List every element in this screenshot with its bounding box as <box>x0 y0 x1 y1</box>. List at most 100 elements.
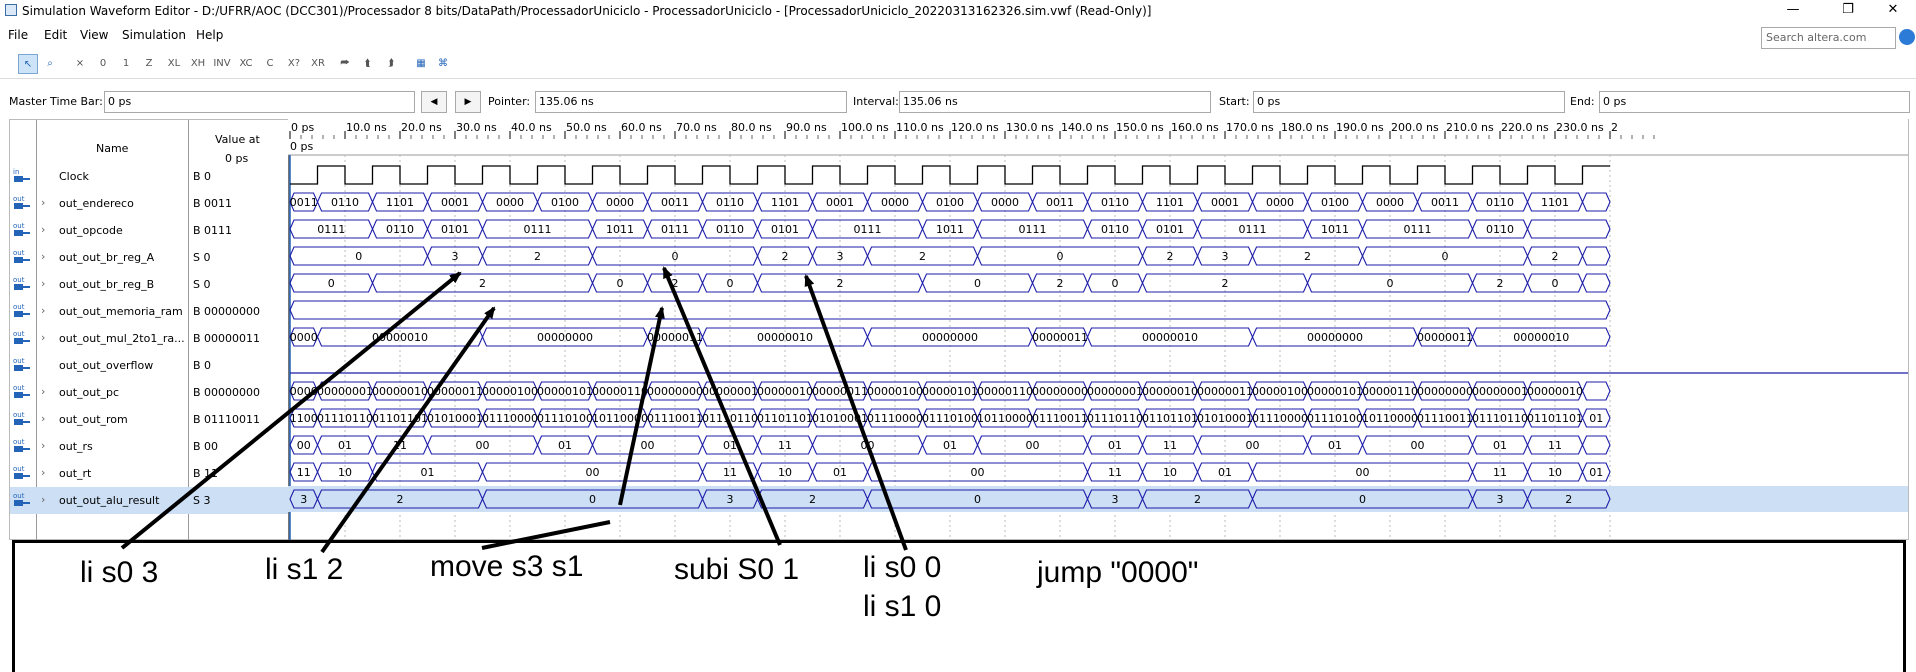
invert-icon[interactable]: INV <box>212 54 232 74</box>
minimize-button[interactable]: — <box>1770 0 1816 22</box>
expand-chevron-icon[interactable]: › <box>41 385 45 398</box>
end-field[interactable]: 0 ps <box>1599 91 1910 113</box>
overwrite-clock-icon[interactable]: ⌘ <box>433 54 453 74</box>
force-weak-low-icon[interactable]: XL <box>164 54 184 74</box>
force-weak-high-icon[interactable]: XH <box>188 54 208 74</box>
random-icon[interactable]: X? <box>284 54 304 74</box>
interval-field[interactable]: 135.06 ns <box>899 91 1211 113</box>
expand-chevron-icon[interactable]: › <box>41 250 45 263</box>
signal-row[interactable]: out › out_out_mul_2to1_ra... B 00000011 <box>10 325 288 352</box>
signal-row[interactable]: out › out_opcode B 0111 <box>10 217 288 244</box>
time-tick-label: 230.0 ns <box>1556 121 1604 134</box>
bus-value-label: 0011 <box>1431 196 1459 209</box>
signal-row[interactable]: out › out_out_br_reg_B S 0 <box>10 271 288 298</box>
bus-value-label: 2 <box>1167 250 1174 263</box>
force-high-icon[interactable]: 1 <box>116 54 136 74</box>
expand-chevron-icon[interactable]: › <box>41 412 45 425</box>
signal-name[interactable]: out_out_br_reg_B <box>59 278 154 291</box>
signal-row[interactable]: out › out_out_memoria_ram B 00000000 <box>10 298 288 325</box>
expand-chevron-icon[interactable]: › <box>41 304 45 317</box>
time-bar: Master Time Bar: 0 ps ◀ ▶ Pointer: 135.0… <box>0 88 1916 114</box>
signal-row[interactable]: out › out_out_br_reg_A S 0 <box>10 244 288 271</box>
expand-chevron-icon[interactable]: › <box>41 439 45 452</box>
signal-row[interactable]: out out_out_overflow B 0 <box>10 352 288 379</box>
count-value-icon[interactable]: XC <box>236 54 256 74</box>
insert-node-icon[interactable]: ⮬ <box>358 54 378 74</box>
signal-row[interactable]: out › out_out_pc B 00000000 <box>10 379 288 406</box>
bus-value-label: 01 <box>723 439 737 452</box>
expand-chevron-icon[interactable]: › <box>41 277 45 290</box>
bus-value-label: 0111 <box>854 223 882 236</box>
bus-value-label: 2 <box>397 493 404 506</box>
signal-name[interactable]: out_out_mul_2to1_ra... <box>59 332 185 345</box>
bus-value-label: 0 <box>589 493 596 506</box>
previous-transition-button[interactable]: ◀ <box>421 91 447 113</box>
bus-value-label: 2 <box>837 277 844 290</box>
menu-help[interactable]: Help <box>196 28 223 42</box>
signal-name[interactable]: out_out_br_reg_A <box>59 251 154 264</box>
name-column-header[interactable]: Name <box>96 142 128 155</box>
pointer-field[interactable]: 135.06 ns <box>535 91 847 113</box>
bus-value-label: 00000101 <box>537 385 593 398</box>
signal-name[interactable]: out_out_rom <box>59 413 128 426</box>
maximize-button[interactable]: ❐ <box>1825 0 1871 22</box>
menu-edit[interactable]: Edit <box>44 28 67 42</box>
expand-chevron-icon[interactable]: › <box>41 331 45 344</box>
signal-row[interactable]: out › out_rt B 11 <box>10 460 288 487</box>
menu-simulation[interactable]: Simulation <box>122 28 186 42</box>
note-move-s3-s1: move s3 s1 <box>430 550 584 583</box>
grid-icon[interactable]: ▦ <box>411 54 431 74</box>
signal-value: B 0 <box>193 359 212 372</box>
globe-icon[interactable] <box>1899 29 1915 45</box>
zoom-icon[interactable]: ⌕ <box>40 54 60 74</box>
signal-row[interactable]: out › out_rs B 00 <box>10 433 288 460</box>
bus-value-label: 11 <box>1493 466 1507 479</box>
master-time-bar-field[interactable]: 0 ps <box>104 91 415 113</box>
clock-icon[interactable]: C <box>260 54 280 74</box>
signal-name[interactable]: out_out_alu_result <box>59 494 159 507</box>
signal-row[interactable]: out › out_out_rom B 01110011 <box>10 406 288 433</box>
menu-file[interactable]: File <box>8 28 28 42</box>
snap-grid-icon[interactable]: ⮫ <box>335 54 355 74</box>
signal-row[interactable]: in Clock B 0 <box>10 163 288 190</box>
force-hiz-icon[interactable]: Z <box>139 54 159 74</box>
bus-value-label: 01110011 <box>1032 412 1088 425</box>
note-subi-s0-1: subi S0 1 <box>674 553 800 586</box>
bus-value-label: 00000000 <box>1417 385 1473 398</box>
group-icon[interactable]: ⮭ <box>381 54 401 74</box>
menu-view[interactable]: View <box>80 28 108 42</box>
bus-value-label: 1101 <box>1541 196 1569 209</box>
signal-row[interactable]: out › out_out_alu_result S 3 <box>10 487 288 514</box>
signal-name[interactable]: out_out_pc <box>59 386 119 399</box>
force-unknown-icon[interactable]: ⨯ <box>70 54 90 74</box>
waveform-canvas[interactable]: 0 ps 10.0 ns 20.0 ns 30.0 ns 40.0 ns 50.0 ns 6… <box>288 119 1908 540</box>
signal-name[interactable]: out_opcode <box>59 224 123 237</box>
expand-chevron-icon[interactable]: › <box>41 223 45 236</box>
search-input[interactable]: Search altera.com <box>1761 27 1896 49</box>
signal-name[interactable]: out_rt <box>59 467 91 480</box>
bus-value-label: 0 <box>727 277 734 290</box>
next-transition-button[interactable]: ▶ <box>455 91 481 113</box>
bus-value-label: 01110100 <box>537 412 593 425</box>
signal-name[interactable]: out_out_overflow <box>59 359 153 372</box>
signal-row[interactable]: out › out_endereco B 0011 <box>10 190 288 217</box>
bus-value-label: 1100 <box>290 412 318 425</box>
signal-name[interactable]: Clock <box>59 170 89 183</box>
bus-value-label: 01010001 <box>427 412 483 425</box>
expand-chevron-icon[interactable]: › <box>41 466 45 479</box>
close-button[interactable]: ✕ <box>1870 0 1916 22</box>
arbitrary-value-icon[interactable]: XR <box>308 54 328 74</box>
bus-value-label: 00000010 <box>372 385 428 398</box>
bus-value-label: 10110000 <box>592 412 648 425</box>
bus-value-label: 00000110 <box>1362 385 1418 398</box>
pointer-icon[interactable]: ↖ <box>18 54 38 74</box>
signal-name[interactable]: out_endereco <box>59 197 134 210</box>
signal-name[interactable]: out_out_memoria_ram <box>59 305 183 318</box>
bus-value-label: 1101 <box>386 196 414 209</box>
force-low-icon[interactable]: 0 <box>93 54 113 74</box>
time-tick-label: 150.0 ns <box>1116 121 1164 134</box>
expand-chevron-icon[interactable]: › <box>41 493 45 506</box>
signal-name[interactable]: out_rs <box>59 440 93 453</box>
expand-chevron-icon[interactable]: › <box>41 196 45 209</box>
start-field[interactable]: 0 ps <box>1253 91 1565 113</box>
